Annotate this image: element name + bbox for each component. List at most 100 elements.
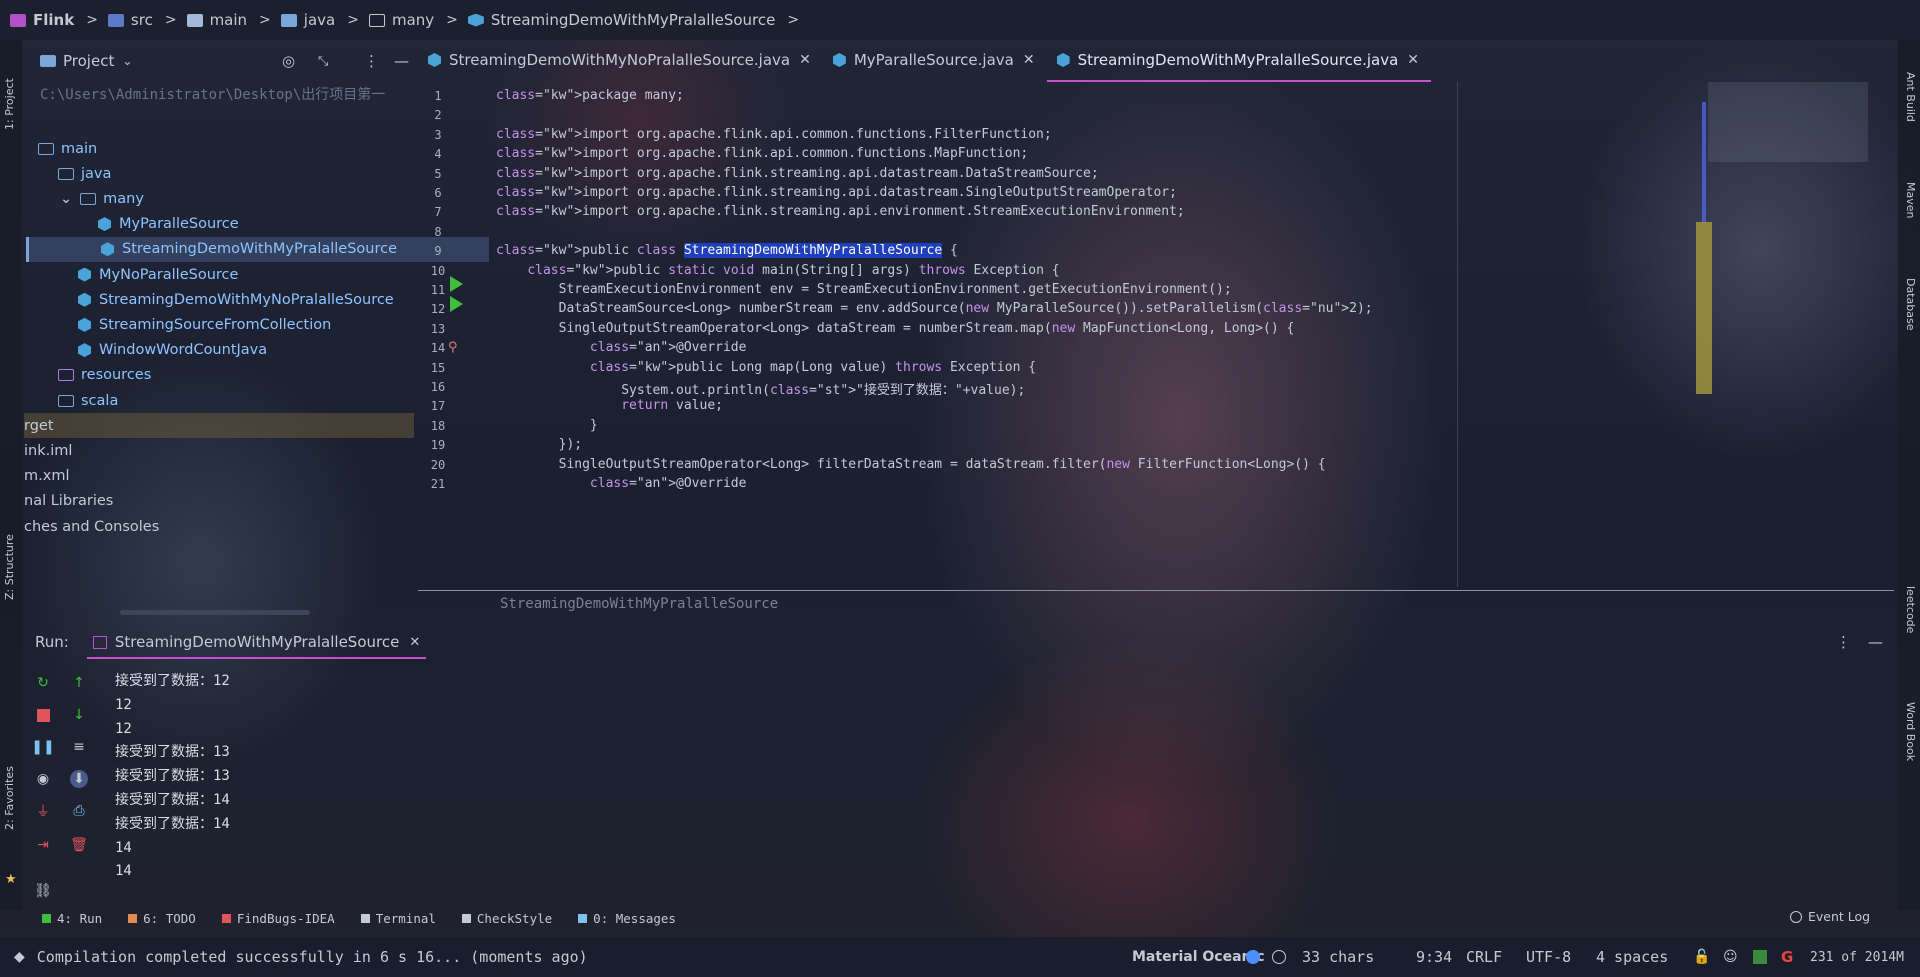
close-icon[interactable]: ✕ [1023, 52, 1035, 68]
code-line[interactable]: return value; [496, 398, 723, 413]
hide-panel-icon[interactable]: — [1868, 633, 1883, 651]
project-tree-item[interactable]: ches and Consoles [24, 514, 159, 539]
exit-icon[interactable]: ⇥ [34, 836, 52, 854]
close-icon[interactable]: ✕ [1407, 52, 1419, 68]
code-line[interactable]: }); [496, 437, 582, 452]
crumb-main[interactable]: main [186, 11, 247, 29]
camera-icon[interactable]: ◉ [34, 770, 52, 788]
scroll-down-icon[interactable]: ↓ [70, 706, 88, 724]
collapse-all-icon[interactable]: ⤡ [318, 54, 328, 69]
code-line[interactable]: DataStreamSource<Long> numberStream = en… [496, 301, 1373, 316]
structure-tool-tab[interactable]: Z: Structure [3, 534, 16, 600]
leetcode-tool-tab[interactable]: leetcode [1904, 586, 1917, 633]
status-message[interactable]: Compilation completed successfully in 6 … [37, 948, 588, 966]
word-book-tool-tab[interactable]: Word Book [1904, 702, 1917, 761]
code-line[interactable]: SingleOutputStreamOperator<Long> filterD… [496, 457, 1326, 472]
favorites-tool-tab[interactable]: 2: Favorites [3, 766, 16, 830]
project-tree-item[interactable]: scala [58, 388, 118, 413]
crumb-many[interactable]: many [368, 11, 434, 29]
print-icon[interactable]: ⎙ [70, 802, 88, 820]
chevron-down-icon[interactable]: ⌄ [122, 54, 132, 68]
error-stripe[interactable] [1696, 222, 1712, 394]
locate-icon[interactable]: ◎ [282, 52, 295, 70]
line-separator[interactable]: CRLF [1466, 948, 1502, 966]
code-line[interactable]: class="kw">public class StreamingDemoWit… [496, 243, 958, 259]
code-line[interactable]: class="kw">import org.apache.flink.strea… [496, 185, 1177, 200]
selected-chars[interactable]: 33 chars [1302, 948, 1374, 966]
tab-mypralalle[interactable]: StreamingDemoWithMyPralalleSource.java ✕ [1046, 40, 1432, 82]
scroll-thumb[interactable] [1702, 102, 1706, 222]
tab-nopralalle[interactable]: StreamingDemoWithMyNoPralalleSource.java… [418, 40, 823, 80]
close-icon[interactable]: ✕ [409, 635, 420, 650]
tool-window-run[interactable]: 4: Run [42, 911, 102, 926]
google-icon[interactable]: G [1781, 948, 1793, 966]
indent-setting[interactable]: 4 spaces [1596, 948, 1668, 966]
rerun-icon[interactable]: ↻ [34, 674, 52, 692]
scroll-to-end-icon[interactable]: ⬇ [70, 770, 88, 788]
tab-myparallesource[interactable]: MyParalleSource.java ✕ [823, 40, 1047, 80]
file-encoding[interactable]: UTF-8 [1526, 948, 1571, 966]
event-log-button[interactable]: Event Log [1790, 909, 1870, 924]
project-tree-item[interactable]: ink.iml [24, 438, 72, 463]
code-line[interactable]: class="kw">public static void main(Strin… [496, 263, 1059, 278]
inspector-icon[interactable]: ☺ [1723, 949, 1738, 965]
project-tree-item[interactable]: resources [58, 363, 151, 388]
tool-window-messages[interactable]: 0: Messages [578, 911, 676, 926]
plug-icon[interactable]: ⏚ [34, 802, 52, 820]
code-line[interactable]: SingleOutputStreamOperator<Long> dataStr… [496, 321, 1295, 336]
plugin-icon[interactable] [1753, 950, 1767, 964]
stop-icon[interactable] [34, 706, 52, 724]
code-line[interactable]: class="kw">public Long map(Long value) t… [496, 360, 1036, 375]
crumb-java[interactable]: java [280, 11, 335, 29]
code-line[interactable]: System.out.println(class="st">"接受到了数据："+… [496, 379, 1025, 398]
project-tree-item[interactable]: StreamingSourceFromCollection [78, 312, 331, 337]
code-line[interactable]: class="kw">import org.apache.flink.strea… [496, 204, 1185, 219]
project-tree-item[interactable]: nal Libraries [24, 489, 113, 514]
options-menu-icon[interactable]: ⋮ [1836, 633, 1851, 651]
memory-indicator[interactable]: 231 of 2014M [1810, 950, 1904, 965]
crumb-project[interactable]: Flink [10, 11, 74, 29]
code-line[interactable]: class="an">@Override [496, 340, 747, 355]
tool-window-terminal[interactable]: Terminal [360, 911, 436, 926]
code-line[interactable]: class="kw">import org.apache.flink.api.c… [496, 146, 1028, 161]
run-config-tab[interactable]: StreamingDemoWithMyPralalleSource ✕ [86, 633, 427, 659]
minimap[interactable] [1708, 82, 1868, 162]
theme-switcher[interactable]: Material Oceanic [1132, 949, 1265, 965]
project-tree-item[interactable]: StreamingDemoWithMyNoPralalleSource [78, 287, 394, 312]
caret-position[interactable]: 9:34 [1416, 948, 1452, 966]
crumb-src[interactable]: src [107, 11, 153, 29]
project-tree-item[interactable]: WindowWordCountJava [78, 338, 267, 363]
footer-class-name[interactable]: StreamingDemoWithMyPralalleSource [500, 596, 778, 612]
pause-icon[interactable]: ❚❚ [31, 738, 54, 756]
project-tree-item[interactable]: rget [24, 413, 414, 439]
run-console-output[interactable]: 接受到了数据：12 12 12 接受到了数据：13 接受到了数据：13 接受到了数据：14… [115, 670, 230, 884]
soft-wrap-icon[interactable]: ≡ [70, 738, 88, 756]
code-line[interactable]: class="an">@Override [496, 476, 747, 491]
project-scrollbar[interactable] [120, 610, 310, 615]
code-line[interactable]: } [496, 418, 598, 433]
code-line[interactable]: class="kw">package many; [496, 88, 684, 103]
lock-icon[interactable]: 🔓 [1693, 949, 1710, 965]
ant-build-tool-tab[interactable]: Ant Build [1904, 72, 1917, 122]
project-tree-item[interactable]: ⌄ many [60, 186, 144, 211]
pin-tab-icon[interactable]: ⛓ [34, 882, 52, 900]
project-tree-item[interactable]: MyParalleSource [98, 212, 239, 237]
project-tree-item[interactable]: java [58, 161, 111, 186]
code-line[interactable]: StreamExecutionEnvironment env = StreamE… [496, 282, 1232, 297]
tool-window-bug[interactable]: FindBugs-IDEA [221, 911, 335, 926]
tool-window-checkstyle[interactable]: CheckStyle [461, 911, 552, 926]
project-tool-tab[interactable]: 1: Project [3, 78, 16, 130]
options-menu-icon[interactable]: ⋮ [364, 52, 379, 70]
project-view-selector[interactable]: Project [63, 52, 114, 70]
tool-window-todo[interactable]: 6: TODO [128, 911, 196, 926]
database-tool-tab[interactable]: Database [1904, 278, 1917, 331]
trash-icon[interactable]: 🗑 [70, 836, 88, 854]
scroll-up-icon[interactable]: ↑ [70, 674, 88, 692]
close-icon[interactable]: ✕ [799, 52, 811, 68]
crumb-class[interactable]: StreamingDemoWithMyPralalleSource [467, 11, 775, 29]
hide-panel-icon[interactable]: — [394, 52, 409, 70]
project-tree-item[interactable]: m.xml [24, 464, 69, 489]
maven-tool-tab[interactable]: Maven [1904, 182, 1917, 218]
chevron-down-icon[interactable]: ⌄ [60, 191, 72, 207]
project-tree-item[interactable]: main [38, 136, 97, 161]
